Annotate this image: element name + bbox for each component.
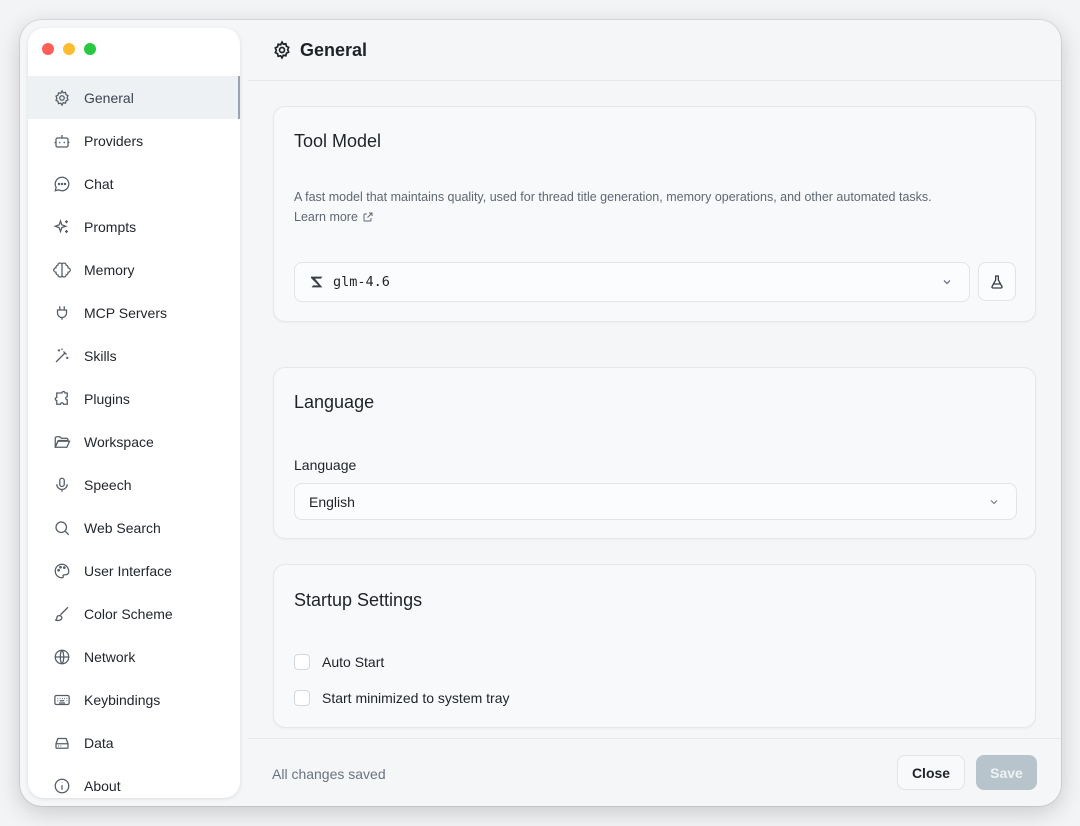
hard-drive-icon	[52, 733, 72, 753]
settings-nav: General Providers Chat Prompts Memory MC…	[28, 76, 240, 798]
puzzle-icon	[52, 389, 72, 409]
save-status: All changes saved	[272, 766, 386, 782]
info-icon	[52, 776, 72, 796]
chevron-down-icon	[988, 496, 1000, 508]
sidebar-item-label: Data	[84, 734, 114, 751]
tool-model-card: Tool Model A fast model that maintains q…	[273, 106, 1036, 322]
auto-start-row: Auto Start	[294, 654, 384, 670]
sidebar-item-color-scheme[interactable]: Color Scheme	[28, 592, 240, 635]
gear-icon	[272, 40, 292, 60]
window-controls	[42, 43, 96, 55]
sidebar-item-label: Plugins	[84, 390, 130, 407]
sidebar-item-web-search[interactable]: Web Search	[28, 506, 240, 549]
palette-icon	[52, 561, 72, 581]
microphone-icon	[52, 475, 72, 495]
sidebar-item-data[interactable]: Data	[28, 721, 240, 764]
sidebar-item-about[interactable]: About	[28, 764, 240, 798]
sidebar-item-label: Chat	[84, 175, 114, 192]
plug-icon	[52, 303, 72, 323]
sidebar-item-label: About	[84, 777, 121, 794]
search-icon	[52, 518, 72, 538]
magic-wand-icon	[52, 346, 72, 366]
settings-window: General Providers Chat Prompts Memory MC…	[20, 20, 1061, 806]
learn-more-link[interactable]: Learn more	[294, 207, 374, 227]
card-title: Startup Settings	[294, 590, 423, 610]
gear-icon	[52, 88, 72, 108]
brain-icon	[52, 260, 72, 280]
sidebar-item-skills[interactable]: Skills	[28, 334, 240, 377]
selected-model: glm-4.6	[333, 274, 390, 290]
sidebar-item-label: Skills	[84, 347, 117, 364]
sidebar-item-label: Memory	[84, 261, 135, 278]
learn-more-label: Learn more	[294, 210, 358, 224]
folder-open-icon	[52, 432, 72, 452]
brush-icon	[52, 604, 72, 624]
sidebar: General Providers Chat Prompts Memory MC…	[28, 28, 240, 798]
page-header: General	[248, 20, 1061, 81]
sidebar-item-label: Network	[84, 648, 136, 665]
sidebar-item-network[interactable]: Network	[28, 635, 240, 678]
card-title: Tool Model	[294, 131, 382, 151]
sidebar-item-providers[interactable]: Providers	[28, 119, 240, 162]
start-minimized-checkbox[interactable]	[294, 690, 310, 706]
flask-icon	[989, 274, 1005, 290]
globe-icon	[52, 647, 72, 667]
sidebar-item-label: Prompts	[84, 218, 137, 235]
sparkles-icon	[52, 217, 72, 237]
description-text: A fast model that maintains quality, use…	[294, 190, 932, 204]
language-card: Language Language English	[273, 367, 1036, 539]
settings-content: Tool Model A fast model that maintains q…	[248, 81, 1061, 738]
auto-start-checkbox[interactable]	[294, 654, 310, 670]
tool-model-select[interactable]: glm-4.6	[294, 262, 970, 302]
sidebar-item-keybindings[interactable]: Keybindings	[28, 678, 240, 721]
sidebar-item-user-interface[interactable]: User Interface	[28, 549, 240, 592]
selected-language: English	[309, 493, 355, 510]
sidebar-item-prompts[interactable]: Prompts	[28, 205, 240, 248]
chat-bubble-icon	[52, 174, 72, 194]
sidebar-item-label: MCP Servers	[84, 304, 167, 321]
close-window-button[interactable]	[42, 43, 54, 55]
sidebar-item-mcp-servers[interactable]: MCP Servers	[28, 291, 240, 334]
sidebar-item-label: Keybindings	[84, 691, 161, 708]
settings-footer: All changes saved Close Save	[248, 738, 1061, 806]
sidebar-item-plugins[interactable]: Plugins	[28, 377, 240, 420]
sidebar-item-label: Speech	[84, 476, 132, 493]
save-button[interactable]: Save	[976, 755, 1037, 790]
start-minimized-label: Start minimized to system tray	[322, 690, 510, 706]
sidebar-item-label: User Interface	[84, 562, 172, 579]
start-minimized-row: Start minimized to system tray	[294, 690, 510, 706]
tool-model-description: A fast model that maintains quality, use…	[294, 187, 994, 227]
startup-settings-card: Startup Settings Auto Start Start minimi…	[273, 564, 1036, 728]
bot-icon	[52, 131, 72, 151]
card-title: Language	[294, 392, 375, 412]
maximize-window-button[interactable]	[84, 43, 96, 55]
page-title: General	[300, 39, 368, 60]
close-button[interactable]: Close	[897, 755, 965, 790]
minimize-window-button[interactable]	[63, 43, 75, 55]
language-select[interactable]: English	[294, 483, 1017, 520]
language-label: Language	[294, 457, 357, 473]
sidebar-item-label: Workspace	[84, 433, 154, 450]
test-model-button[interactable]	[978, 262, 1016, 301]
sidebar-item-label: General	[84, 89, 134, 106]
sidebar-item-workspace[interactable]: Workspace	[28, 420, 240, 463]
sidebar-item-label: Providers	[84, 132, 144, 149]
sidebar-item-general[interactable]: General	[28, 76, 240, 119]
sidebar-item-chat[interactable]: Chat	[28, 162, 240, 205]
sidebar-item-memory[interactable]: Memory	[28, 248, 240, 291]
zhipu-z-logo-icon	[309, 274, 325, 290]
auto-start-label: Auto Start	[322, 654, 385, 670]
external-link-icon	[362, 211, 374, 223]
keyboard-icon	[52, 690, 72, 710]
sidebar-item-label: Color Scheme	[84, 605, 173, 622]
chevron-down-icon	[941, 276, 953, 288]
sidebar-item-speech[interactable]: Speech	[28, 463, 240, 506]
sidebar-item-label: Web Search	[84, 519, 161, 536]
